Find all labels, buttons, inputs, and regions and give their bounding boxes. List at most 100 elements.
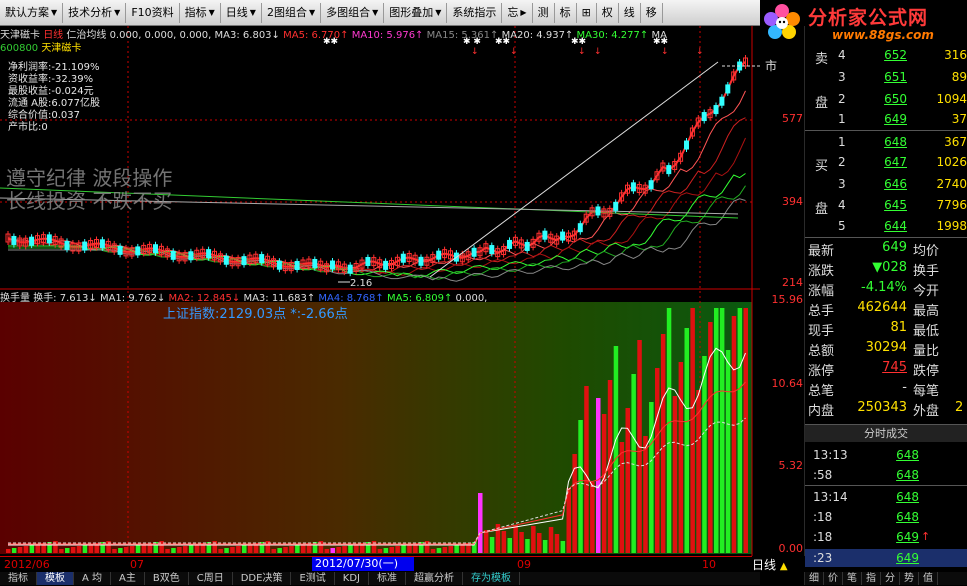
toolbar-daily[interactable]: 日线 ▼ (221, 2, 262, 23)
ticks-title: 分时成交 (805, 424, 967, 442)
toolbar-indicator[interactable]: 指标 ▼ (180, 2, 221, 23)
buy-row-5[interactable]: 5 644 1998 (805, 217, 967, 235)
volume-bar (165, 549, 170, 553)
quote-row: 内盘 250343 外盘 2 (805, 398, 967, 419)
sell-label: 盘 (815, 96, 829, 111)
rp-tab[interactable]: 笔 (843, 572, 862, 585)
tick-row: 13:14 648 (805, 488, 967, 506)
buy-row-3[interactable]: 3 646 2740 (805, 175, 967, 193)
rp-tab[interactable]: 细 (805, 572, 824, 585)
toolbar-overlay[interactable]: 图形叠加 ▼ (384, 2, 448, 23)
buy-row-4[interactable]: 盘 4 645 7796 (805, 196, 967, 217)
volume-bar (566, 488, 571, 553)
tab-a-avg[interactable]: A 均 (74, 572, 112, 585)
volume-bar (342, 546, 347, 553)
candle-body (46, 234, 52, 244)
sell-row-1[interactable]: 1 649 37 (805, 110, 967, 128)
quote-label: 最低 (913, 324, 940, 339)
quote-label: 总额 (808, 344, 835, 359)
low-marker-label: 2.16 (350, 278, 372, 289)
candle-body (259, 254, 265, 264)
selected-date[interactable]: 2012/07/30(一) (312, 557, 414, 571)
volume-bar (218, 549, 223, 553)
candle-body (400, 253, 406, 263)
ma3-value: MA3: 6.803↓ (214, 30, 280, 39)
level-num: 4 (838, 48, 846, 62)
candle-body (666, 165, 672, 175)
kline-chart-canvas[interactable]: 市 2.16 ✱✱ ✱ ✱ ✱✱ ✱✱ ✱✱ ↓ ↓ ↓ ↓ ↓ ↓ (0, 26, 805, 586)
buy-volume: 367 (944, 135, 967, 149)
sell-row-3[interactable]: 3 651 89 (805, 68, 967, 86)
toolbar-tech-analysis[interactable]: 技术分析 ▼ (63, 2, 127, 23)
date-tick: 09 (517, 558, 531, 571)
toolbar-system-signal[interactable]: 系统指示 (447, 2, 503, 23)
volume-bar (242, 545, 247, 553)
volume-bar (448, 546, 453, 553)
quote-label: 现手 (808, 324, 835, 339)
toolbar-tech-label: 技术分析 (68, 5, 113, 19)
volume-bar (11, 548, 17, 553)
period-selector[interactable]: 日线 ▲ (752, 556, 805, 572)
candle-body (489, 245, 495, 255)
toolbar-line[interactable]: 线 (619, 2, 641, 23)
quote-label: 内盘 (808, 404, 835, 419)
tick-price: 648 (896, 448, 919, 462)
tab-b-color[interactable]: B双色 (145, 572, 189, 585)
toolbar-move[interactable]: 移 (641, 2, 663, 23)
buy-row-1[interactable]: 1 648 367 (805, 133, 967, 151)
toolbar-multi-chart[interactable]: 多图组合 ▼ (321, 2, 385, 23)
toolbar-plus[interactable]: ⊞ (577, 2, 597, 23)
quote-row: 涨跌 ▼028 换手 (805, 258, 967, 279)
volume-bar (483, 530, 489, 553)
tab-a-main[interactable]: A主 (111, 572, 145, 585)
toolbar-forget[interactable]: 忘 ▶ (502, 2, 533, 23)
rp-tab[interactable]: 分 (881, 572, 900, 585)
toolbar-scheme[interactable]: 默认方案 ▼ (0, 2, 64, 23)
up-arrow-icon: ↑ (921, 530, 931, 543)
rp-tab[interactable]: 值 (919, 572, 938, 585)
toolbar-mark[interactable]: 标 (555, 2, 577, 23)
toolbar-test[interactable]: 测 (533, 2, 555, 23)
quote-label: 最新 (808, 244, 835, 259)
sell-row-2[interactable]: 盘 2 650 1094 (805, 90, 967, 111)
tab-indicator[interactable]: 指标 (0, 572, 37, 585)
tab-standard[interactable]: 标准 (369, 572, 406, 585)
tab-kdj[interactable]: KDJ (335, 572, 369, 585)
volume-bar (171, 548, 176, 553)
finance-line: 产市比:0 (8, 122, 48, 133)
price-tick: 214 (782, 276, 803, 289)
quote-panel-tabs: 细 价 笔 指 分 势 值 (805, 572, 967, 585)
toolbar-rights[interactable]: 权 (597, 2, 619, 23)
tab-template[interactable]: 模板 (37, 572, 74, 585)
buy-row-2[interactable]: 买 2 647 1026 (805, 153, 967, 174)
rp-tab[interactable]: 势 (900, 572, 919, 585)
tick-row: :58 648 (805, 466, 967, 484)
candle-body (436, 250, 442, 260)
volume-bar (124, 547, 129, 553)
quote-row: 总手 462644 最高 (805, 298, 967, 319)
tab-super-analysis[interactable]: 超赢分析 (406, 572, 463, 585)
candle-body (524, 241, 530, 251)
volume-bar (684, 328, 689, 553)
logo-url: www.88gs.com (832, 28, 934, 42)
tab-e-test[interactable]: E测试 (291, 572, 335, 585)
toolbar-f10[interactable]: F10资料 (126, 2, 180, 23)
tick-row-selected: :23 649 (805, 549, 967, 567)
tab-c-week[interactable]: C周日 (189, 572, 233, 585)
candle-body (701, 112, 707, 122)
rp-tab[interactable]: 指 (862, 572, 881, 585)
volume-bar (271, 549, 276, 553)
quote-value: 2 (955, 400, 964, 415)
candle-body (223, 255, 229, 265)
quote-value: 649 (882, 240, 907, 255)
period-label: 日线 (43, 30, 64, 39)
vol-ma5: MA5: 6.809↑ (386, 293, 453, 302)
tab-dde[interactable]: DDE决策 (233, 572, 292, 585)
quote-value: 745 (882, 360, 907, 375)
tab-save-template[interactable]: 存为模板 (463, 572, 520, 585)
price-indicator-header: 天津磁卡 日线 仁治均线 0.000, 0.000, 0.000, MA3: 6… (0, 26, 755, 39)
rp-tab[interactable]: 价 (824, 572, 843, 585)
toolbar-two-chart[interactable]: 2图组合 ▼ (262, 2, 322, 23)
vol-tail: 0.000, (455, 293, 488, 302)
sell-row-4[interactable]: 卖 4 652 316 (805, 46, 967, 67)
